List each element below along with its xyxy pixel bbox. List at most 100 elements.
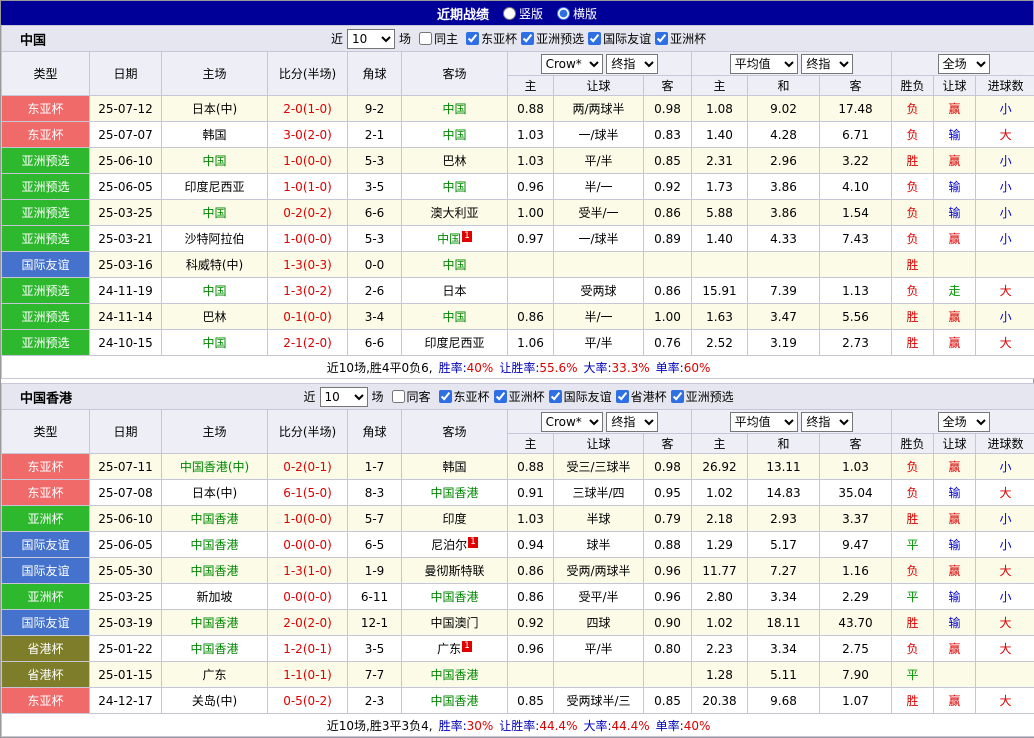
layout-radio-vertical-input[interactable] — [503, 7, 516, 20]
competition-filter-checkbox[interactable] — [655, 32, 668, 45]
cell-euro-away: 1.13 — [820, 278, 892, 304]
competition-filter[interactable]: 亚洲预选 — [517, 30, 584, 47]
average-odds-select[interactable]: 平均值 — [730, 54, 798, 74]
match-row: 亚洲杯25-06-10中国香港1-0(0-0)5-7印度1.03半球0.792.… — [2, 506, 1034, 532]
cell-goals-result: 小 — [976, 304, 1034, 330]
cell-euro-away: 4.10 — [820, 174, 892, 200]
competition-filter-checkbox[interactable] — [521, 32, 534, 45]
cell-date: 24-10-15 — [90, 330, 162, 356]
fulltime-select[interactable]: 全场 — [938, 54, 990, 74]
competition-filter-checkbox[interactable] — [588, 32, 601, 45]
layout-horizontal-label: 横版 — [573, 5, 597, 22]
match-type-badge: 亚洲预选 — [2, 278, 90, 304]
summary-stat-label: 单率: — [656, 361, 684, 375]
cell-home-team: 日本(中) — [162, 480, 268, 506]
fulltime-select[interactable]: 全场 — [938, 412, 990, 432]
cell-winloss: 负 — [892, 454, 934, 480]
cell-home-team: 科威特(中) — [162, 252, 268, 278]
cell-euro-away: 2.75 — [820, 636, 892, 662]
competition-filter[interactable]: 亚洲杯 — [651, 30, 706, 47]
cell-euro-draw: 3.86 — [748, 174, 820, 200]
col-odds-away: 客 — [644, 434, 692, 454]
cell-odds-home: 1.00 — [508, 200, 554, 226]
competition-filter-label: 国际友谊 — [564, 388, 612, 405]
final-euro-odds-select[interactable]: 终指 — [801, 54, 853, 74]
bookmaker-select[interactable]: Crow* — [541, 54, 603, 74]
team-name: 中国香港 — [190, 642, 238, 656]
col-corner: 角球 — [348, 410, 402, 454]
bookmaker-select[interactable]: Crow* — [541, 412, 603, 432]
cell-score: 3-0(2-0) — [268, 122, 348, 148]
competition-filter[interactable]: 国际友谊 — [545, 388, 612, 405]
cell-odds-home — [508, 252, 554, 278]
cell-euro-home: 2.23 — [692, 636, 748, 662]
cell-date: 25-06-05 — [90, 532, 162, 558]
competition-filter-checkbox[interactable] — [616, 390, 629, 403]
cell-odds-away: 0.95 — [644, 480, 692, 506]
competition-filter[interactable]: 亚洲预选 — [667, 388, 734, 405]
final-euro-odds-select[interactable]: 终指 — [801, 412, 853, 432]
cell-home-team: 中国香港 — [162, 610, 268, 636]
competition-filter[interactable]: 东亚杯 — [435, 388, 490, 405]
cell-handicap-result: 赢 — [934, 558, 976, 584]
summary-stat-label: 单率: — [656, 719, 684, 733]
cell-odds-away: 0.80 — [644, 636, 692, 662]
layout-radio-horizontal[interactable]: 横版 — [557, 5, 597, 22]
team-name: 中国澳门 — [430, 616, 478, 630]
cell-handicap-result: 输 — [934, 122, 976, 148]
cell-winloss: 负 — [892, 226, 934, 252]
section-controls: 近 10 场 同客 东亚杯亚洲杯国际友谊省港杯亚洲预选 — [304, 387, 734, 407]
cell-euro-draw — [748, 252, 820, 278]
cell-away-team: 中国澳门 — [402, 610, 508, 636]
same-side-filter[interactable]: 同主 — [415, 30, 458, 47]
cell-handicap-result: 走 — [934, 278, 976, 304]
team-name: 新加坡 — [196, 590, 232, 604]
cell-corner: 3-5 — [348, 174, 402, 200]
competition-filter-checkbox[interactable] — [494, 390, 507, 403]
cell-corner: 9-2 — [348, 96, 402, 122]
competition-filter[interactable]: 国际友谊 — [584, 30, 651, 47]
competition-filter[interactable]: 省港杯 — [612, 388, 667, 405]
same-side-filter[interactable]: 同客 — [388, 388, 431, 405]
layout-radio-vertical[interactable]: 竖版 — [503, 5, 543, 22]
same-side-checkbox[interactable] — [419, 32, 432, 45]
competition-filter-checkbox[interactable] — [549, 390, 562, 403]
cell-odds-away: 0.89 — [644, 226, 692, 252]
competition-filter-label: 亚洲杯 — [509, 388, 545, 405]
match-row: 省港杯25-01-15广东1-1(0-1)7-7中国香港1.285.117.90… — [2, 662, 1034, 688]
final-odds-select[interactable]: 终指 — [606, 54, 658, 74]
cell-euro-away: 2.73 — [820, 330, 892, 356]
cell-euro-away: 1.54 — [820, 200, 892, 226]
team-name: 中国 — [202, 206, 226, 220]
cell-winloss: 负 — [892, 558, 934, 584]
layout-radio-horizontal-input[interactable] — [557, 7, 570, 20]
games-count-select[interactable]: 10 — [320, 387, 368, 407]
same-side-checkbox[interactable] — [392, 390, 405, 403]
column-group-row: 类型 日期 主场 比分(半场) 角球 客场 Crow* 终指 平均值 终指 全场 — [2, 410, 1034, 434]
average-odds-select[interactable]: 平均值 — [730, 412, 798, 432]
col-score: 比分(半场) — [268, 410, 348, 454]
cell-corner: 3-5 — [348, 636, 402, 662]
competition-filter[interactable]: 亚洲杯 — [490, 388, 545, 405]
final-odds-select[interactable]: 终指 — [606, 412, 658, 432]
team-name: 澳大利亚 — [430, 206, 478, 220]
cell-corner: 2-3 — [348, 688, 402, 714]
asian-odds-select-cell: Crow* 终指 — [508, 410, 692, 434]
games-count-select[interactable]: 10 — [347, 29, 395, 49]
cell-euro-home: 2.18 — [692, 506, 748, 532]
competition-filter-checkbox[interactable] — [439, 390, 452, 403]
competition-filter[interactable]: 东亚杯 — [462, 30, 517, 47]
cell-home-team: 日本(中) — [162, 96, 268, 122]
cell-handicap-result: 赢 — [934, 226, 976, 252]
cell-odds-away — [644, 252, 692, 278]
competition-filter-checkbox[interactable] — [671, 390, 684, 403]
match-rows: 东亚杯25-07-11中国香港(中)0-2(0-1)1-7韩国0.88受三/三球… — [2, 454, 1034, 714]
cell-away-team: 韩国 — [402, 454, 508, 480]
cell-score: 1-0(1-0) — [268, 174, 348, 200]
cell-euro-draw: 9.02 — [748, 96, 820, 122]
cell-date: 25-06-10 — [90, 506, 162, 532]
col-euro-home: 主 — [692, 434, 748, 454]
competition-filter-checkbox[interactable] — [466, 32, 479, 45]
fulltime-select-cell: 全场 — [892, 410, 1034, 434]
topbar: 近期战绩 竖版 横版 — [1, 1, 1033, 25]
